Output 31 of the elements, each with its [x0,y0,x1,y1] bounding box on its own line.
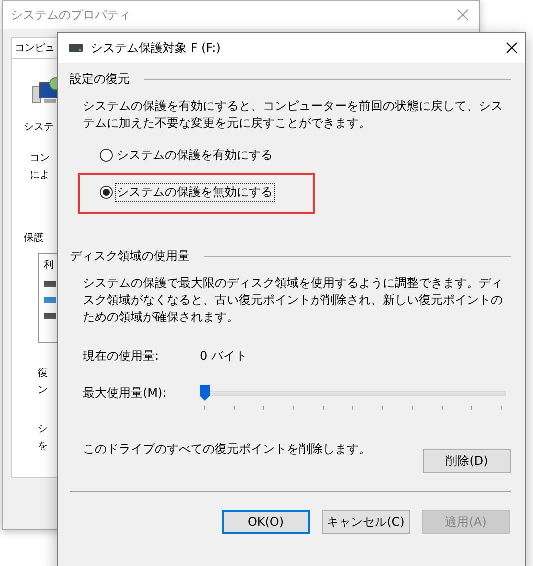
column-header: 利 [44,258,54,272]
radio-option[interactable]: システムの保護を有効にする [100,146,275,165]
description-text: システムの保護を有効にすると、コンピューターを前回の状態に戻して、システムに加えた不要な変更を元に戻すことができます。 [83,98,504,132]
close-icon[interactable] [506,42,518,54]
group-heading: 設定の復元 [70,71,130,88]
drive-icon [44,280,56,288]
drive-icon [44,296,56,304]
label-text: 復 [38,367,48,381]
field-label: 最大使用量(M): [83,385,168,402]
drive-icon [69,44,83,52]
description-text: システムの保護で最大限のディスク領域を使用するように調整できます。ディスク領域がなくなると、古い復元ポイントが削除され、新しい復元ポイントのための領域が確保されます。 [83,275,504,326]
label-text: ン [38,384,48,398]
dialog-button[interactable]: キャンセル(C) [322,510,410,534]
group-heading: ディスク領域の使用量 [70,248,190,265]
label-text: を [38,440,48,454]
label-text: によ [30,169,50,183]
description-text: このドライブのすべての復元ポイントを削除します。 [83,441,371,458]
label-text: コン [30,152,50,166]
field-label: 現在の使用量: [83,348,160,365]
dialog-button[interactable]: OK(O) [222,510,310,534]
usage-value: 0 バイト [200,348,248,365]
label-text: 保護 [24,232,44,246]
window-title: システムのプロパティ [11,6,132,24]
window-title: システム保護対象 F (F:) [91,40,222,56]
usage-slider[interactable] [200,385,506,411]
delete-button[interactable]: 削除(D) [423,449,511,473]
label-text: シ [38,423,48,437]
tab[interactable]: コンピュ [11,37,59,58]
drive-icon [44,312,56,320]
label-text: システ [24,121,54,135]
slider-thumb[interactable] [200,385,210,401]
